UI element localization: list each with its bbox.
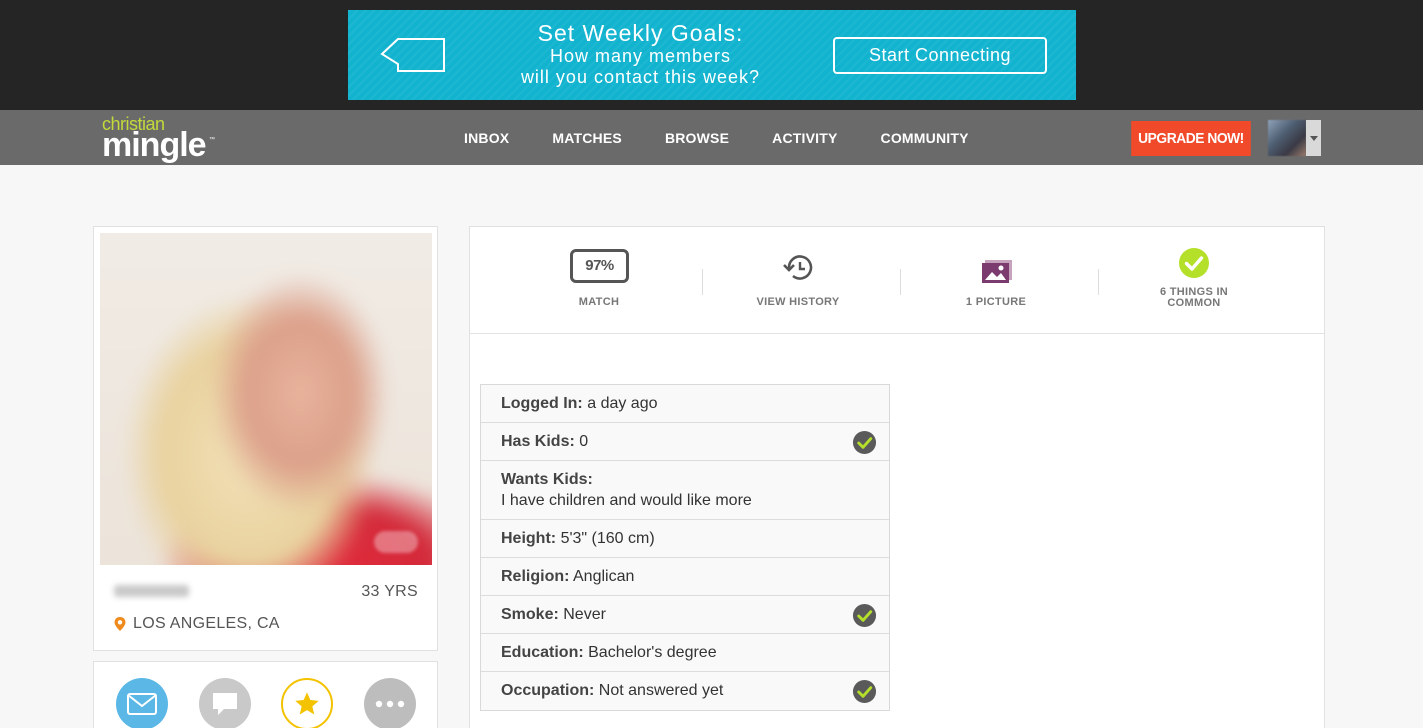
detail-row-smoke: Smoke: Never — [481, 596, 889, 634]
detail-row-height: Height: 5'3" (160 cm) — [481, 520, 889, 558]
nav-activity[interactable]: ACTIVITY — [772, 130, 837, 146]
detail-value: Bachelor's degree — [588, 644, 717, 661]
more-options-button[interactable] — [364, 678, 416, 728]
nav-community[interactable]: COMMUNITY — [881, 130, 969, 146]
detail-value: Not answered yet — [598, 682, 724, 699]
profile-details-table: Logged In: a day ago Has Kids: 0 Wants K… — [480, 384, 890, 711]
detail-value: Never — [563, 606, 606, 623]
stats-bar: 97% MATCH VIEW HISTORY 1 PICTURE 6 THING… — [470, 227, 1324, 334]
logo-bottom-text: mingle — [102, 126, 207, 164]
stat-match: 97% MATCH — [500, 227, 698, 334]
detail-row-wants-kids: Wants Kids: I have children and would li… — [481, 461, 889, 520]
stat-pictures[interactable]: 1 PICTURE — [897, 227, 1095, 334]
profile-age: 33 YRS — [361, 583, 418, 600]
profile-photo[interactable] — [100, 233, 432, 565]
chat-bubble-icon — [213, 693, 237, 715]
upgrade-now-button[interactable]: UPGRADE NOW! — [1131, 121, 1251, 156]
chevron-down-icon[interactable] — [1306, 120, 1321, 156]
chat-button[interactable] — [199, 678, 251, 728]
match-percentage: 97% — [570, 249, 629, 283]
ad-title: Set Weekly Goals: — [537, 20, 744, 46]
detail-value: a day ago — [587, 395, 658, 412]
location-pin-icon — [114, 617, 126, 631]
detail-key: Wants Kids: — [501, 471, 593, 488]
nav-inbox[interactable]: INBOX — [464, 130, 509, 146]
detail-value: I have children and would like more — [501, 492, 752, 509]
detail-key: Height: — [501, 530, 557, 547]
detail-value: 5'3" (160 cm) — [560, 530, 655, 547]
pictures-icon — [982, 260, 1012, 283]
detail-row-occupation: Occupation: Not answered yet — [481, 672, 889, 710]
ad-line-1: How many members — [549, 46, 732, 66]
match-check-icon — [852, 679, 877, 704]
detail-key: Education: — [501, 644, 584, 661]
more-dots-icon — [375, 700, 405, 708]
detail-key: Religion: — [501, 568, 570, 585]
nav-links: INBOX MATCHES BROWSE ACTIVITY COMMUNITY — [464, 110, 1012, 165]
detail-key: Smoke: — [501, 606, 559, 623]
common-label-line-2: COMMON — [1167, 297, 1221, 309]
photo-count-badge — [374, 531, 418, 553]
account-menu[interactable] — [1268, 120, 1321, 156]
top-banner-area: Set Weekly Goals: How many members will … — [0, 0, 1423, 110]
profile-actions — [93, 661, 438, 728]
nav-matches[interactable]: MATCHES — [552, 130, 622, 146]
detail-row-education: Education: Bachelor's degree — [481, 634, 889, 672]
history-icon — [783, 255, 813, 280]
logo-trademark: ™ — [209, 137, 215, 143]
start-connecting-button[interactable]: Start Connecting — [833, 37, 1047, 74]
stat-view-history[interactable]: VIEW HISTORY — [699, 227, 897, 334]
envelope-icon — [127, 693, 157, 715]
pictures-label: 1 PICTURE — [965, 296, 1027, 308]
christian-mingle-logo[interactable]: christian mingle ™ — [102, 115, 222, 163]
photo-image — [100, 233, 432, 565]
main-navbar: christian mingle ™ INBOX MATCHES BROWSE … — [0, 110, 1423, 165]
stat-things-in-common[interactable]: 6 THINGS IN COMMON — [1095, 227, 1293, 334]
ad-line-2: will you contact this week? — [520, 67, 761, 87]
avatar[interactable] — [1268, 120, 1306, 156]
detail-value: Anglican — [573, 568, 635, 585]
match-check-icon — [852, 430, 877, 455]
profile-card: 33 YRS LOS ANGELES, CA — [93, 226, 438, 651]
detail-value: 0 — [579, 433, 589, 450]
nav-browse[interactable]: BROWSE — [665, 130, 729, 146]
detail-key: Occupation: — [501, 682, 595, 699]
match-check-icon — [852, 603, 877, 628]
send-message-button[interactable] — [116, 678, 168, 728]
view-history-label: VIEW HISTORY — [756, 296, 840, 308]
detail-row-logged-in: Logged In: a day ago — [481, 385, 889, 423]
match-label: MATCH — [578, 296, 620, 308]
profile-location: LOS ANGELES, CA — [113, 615, 280, 633]
profile-name-blurred — [114, 585, 189, 597]
weekly-goals-ad[interactable]: Set Weekly Goals: How many members will … — [348, 10, 1076, 100]
ad-text: Set Weekly Goals: How many members will … — [498, 20, 783, 88]
detail-key: Logged In: — [501, 395, 583, 412]
speech-flag-icon — [380, 38, 445, 72]
detail-row-has-kids: Has Kids: 0 — [481, 423, 889, 461]
favorite-button[interactable] — [281, 678, 333, 728]
detail-key: Has Kids: — [501, 433, 575, 450]
profile-details-card: 97% MATCH VIEW HISTORY 1 PICTURE 6 THING… — [469, 226, 1325, 728]
detail-row-religion: Religion: Anglican — [481, 558, 889, 596]
location-text: LOS ANGELES, CA — [133, 615, 280, 632]
check-circle-icon — [1179, 248, 1209, 278]
star-icon — [295, 692, 319, 715]
